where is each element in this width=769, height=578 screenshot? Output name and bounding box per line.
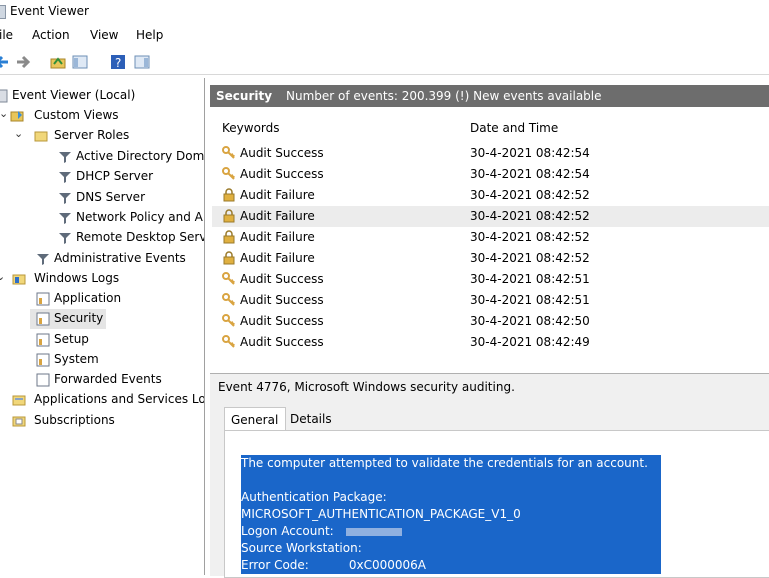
folder-up-icon[interactable] bbox=[50, 54, 66, 70]
lock-icon bbox=[223, 209, 235, 223]
key-icon bbox=[222, 335, 235, 348]
event-detail-pane: Event 4776, Microsoft Windows security a… bbox=[210, 373, 769, 578]
title-bar: Event Viewer bbox=[0, 0, 769, 24]
row-keywords: Audit Success bbox=[240, 314, 324, 328]
tab-details[interactable]: Details bbox=[286, 407, 336, 431]
log-icon bbox=[36, 333, 50, 347]
tab-general[interactable]: General bbox=[224, 407, 286, 432]
event-viewer-icon bbox=[0, 89, 8, 103]
key-icon bbox=[222, 314, 235, 327]
log-icon bbox=[36, 373, 50, 387]
row-keywords: Audit Success bbox=[240, 335, 324, 349]
row-keywords: Audit Success bbox=[240, 272, 324, 286]
subscriptions-icon bbox=[12, 416, 26, 427]
row-keywords: Audit Failure bbox=[240, 251, 315, 265]
general-tab-panel: The computer attempted to validate the c… bbox=[224, 430, 769, 578]
table-row[interactable]: Audit Failure 30-4-2021 08:42:52 bbox=[212, 227, 769, 248]
menu-bar: ile Action View Help bbox=[0, 26, 769, 46]
lock-icon bbox=[223, 251, 235, 265]
filter-icon bbox=[59, 152, 71, 163]
filter-icon bbox=[59, 233, 71, 244]
row-keywords: Audit Failure bbox=[240, 188, 315, 202]
logs-folder-icon bbox=[12, 274, 26, 285]
toolbar: ? bbox=[0, 48, 769, 75]
forward-arrow-icon[interactable] bbox=[15, 54, 31, 70]
row-date-time: 30-4-2021 08:42:52 bbox=[470, 230, 590, 244]
filter-icon bbox=[59, 172, 71, 183]
back-arrow-icon[interactable] bbox=[0, 54, 10, 70]
event-description[interactable]: The computer attempted to validate the c… bbox=[241, 455, 661, 574]
row-keywords: Audit Success bbox=[240, 293, 324, 307]
table-row[interactable]: Audit Success 30-4-2021 08:42:50 bbox=[212, 311, 769, 332]
table-row[interactable]: Audit Success 30-4-2021 08:42:49 bbox=[212, 332, 769, 353]
key-icon bbox=[222, 293, 235, 306]
log-icon bbox=[36, 353, 50, 367]
console-tree: Event Viewer (Local) ⌄ Custom Views ⌄ Se… bbox=[0, 78, 205, 575]
chevron-down-icon[interactable]: ⌄ bbox=[0, 270, 5, 283]
menu-action[interactable]: Action bbox=[32, 28, 70, 42]
tree-item-log-security[interactable]: Security bbox=[30, 309, 106, 329]
window-title: Event Viewer bbox=[10, 4, 89, 18]
description-text: The computer attempted to validate the c… bbox=[241, 456, 648, 470]
table-row[interactable]: Audit Success 30-4-2021 08:42:51 bbox=[212, 269, 769, 290]
log-icon bbox=[36, 312, 50, 326]
row-keywords: Audit Success bbox=[240, 146, 324, 160]
chevron-down-icon[interactable]: ⌄ bbox=[0, 107, 8, 120]
column-header-keywords[interactable]: Keywords bbox=[222, 121, 280, 135]
log-name: Security bbox=[216, 89, 273, 103]
table-row[interactable]: Audit Success 30-4-2021 08:42:51 bbox=[212, 290, 769, 311]
row-date-time: 30-4-2021 08:42:49 bbox=[470, 335, 590, 349]
filter-icon bbox=[59, 193, 71, 204]
field-source-workstation: Source Workstation: bbox=[241, 541, 362, 555]
filter-icon bbox=[37, 254, 49, 265]
table-row[interactable]: Audit Success 30-4-2021 08:42:54 bbox=[212, 164, 769, 185]
log-icon bbox=[36, 292, 50, 306]
folder-icon bbox=[10, 111, 24, 122]
table-row[interactable]: Audit Failure 30-4-2021 08:42:52 bbox=[212, 248, 769, 269]
table-row[interactable]: Audit Success 30-4-2021 08:42:54 bbox=[212, 143, 769, 164]
field-error-code: Error Code: 0xC000006A bbox=[241, 558, 426, 572]
action-pane-icon[interactable] bbox=[134, 54, 150, 70]
row-date-time: 30-4-2021 08:42:51 bbox=[470, 272, 590, 286]
lock-icon bbox=[223, 230, 235, 244]
console-tree-icon[interactable] bbox=[72, 54, 88, 70]
events-status: Number of events: 200.399 (!) New events… bbox=[286, 89, 602, 103]
redacted-value bbox=[345, 527, 402, 536]
table-row[interactable]: Audit Failure 30-4-2021 08:42:52 bbox=[212, 185, 769, 206]
field-logon-account: Logon Account: bbox=[241, 523, 661, 540]
help-icon[interactable]: ? bbox=[110, 54, 126, 70]
row-date-time: 30-4-2021 08:42:54 bbox=[470, 167, 590, 181]
events-header: Security Number of events: 200.399 (!) N… bbox=[210, 85, 769, 107]
folder-icon bbox=[12, 395, 26, 406]
menu-view[interactable]: View bbox=[90, 28, 118, 42]
row-date-time: 30-4-2021 08:42:52 bbox=[470, 188, 590, 202]
column-header-date-time[interactable]: Date and Time bbox=[470, 121, 558, 135]
key-icon bbox=[222, 146, 235, 159]
row-date-time: 30-4-2021 08:42:54 bbox=[470, 146, 590, 160]
row-keywords: Audit Failure bbox=[240, 230, 315, 244]
event-detail-title: Event 4776, Microsoft Windows security a… bbox=[218, 380, 515, 394]
field-authentication-package: Authentication Package:MICROSOFT_AUTHENT… bbox=[241, 490, 521, 521]
menu-file[interactable]: ile bbox=[0, 28, 13, 42]
key-icon bbox=[222, 167, 235, 180]
lock-icon bbox=[223, 188, 235, 202]
table-row[interactable]: Audit Failure 30-4-2021 08:42:52 bbox=[212, 206, 769, 227]
app-icon bbox=[0, 5, 6, 19]
folder-icon bbox=[34, 131, 48, 142]
row-keywords: Audit Failure bbox=[240, 209, 315, 223]
row-date-time: 30-4-2021 08:42:52 bbox=[470, 251, 590, 265]
row-date-time: 30-4-2021 08:42:51 bbox=[470, 293, 590, 307]
svg-text:?: ? bbox=[115, 56, 121, 70]
row-date-time: 30-4-2021 08:42:52 bbox=[470, 209, 590, 223]
filter-icon bbox=[59, 213, 71, 224]
chevron-down-icon[interactable]: ⌄ bbox=[14, 127, 23, 140]
menu-help[interactable]: Help bbox=[136, 28, 163, 42]
key-icon bbox=[222, 272, 235, 285]
row-keywords: Audit Success bbox=[240, 167, 324, 181]
row-date-time: 30-4-2021 08:42:50 bbox=[470, 314, 590, 328]
